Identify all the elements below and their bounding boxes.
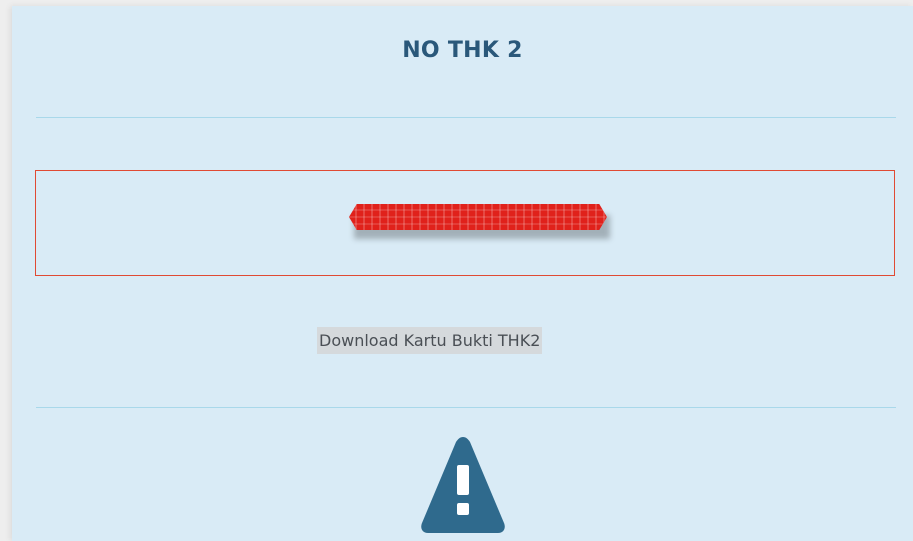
page-background: NO THK 2 Download Kartu Bukti THK2 bbox=[0, 0, 913, 541]
redacted-number bbox=[349, 204, 607, 230]
divider-top bbox=[36, 117, 896, 118]
thk2-number-box bbox=[35, 170, 895, 276]
warning-icon bbox=[421, 437, 505, 533]
divider-bottom bbox=[36, 407, 896, 408]
download-card-link[interactable]: Download Kartu Bukti THK2 bbox=[317, 327, 543, 354]
thk2-card: NO THK 2 Download Kartu Bukti THK2 bbox=[12, 6, 913, 541]
card-title: NO THK 2 bbox=[402, 38, 523, 63]
